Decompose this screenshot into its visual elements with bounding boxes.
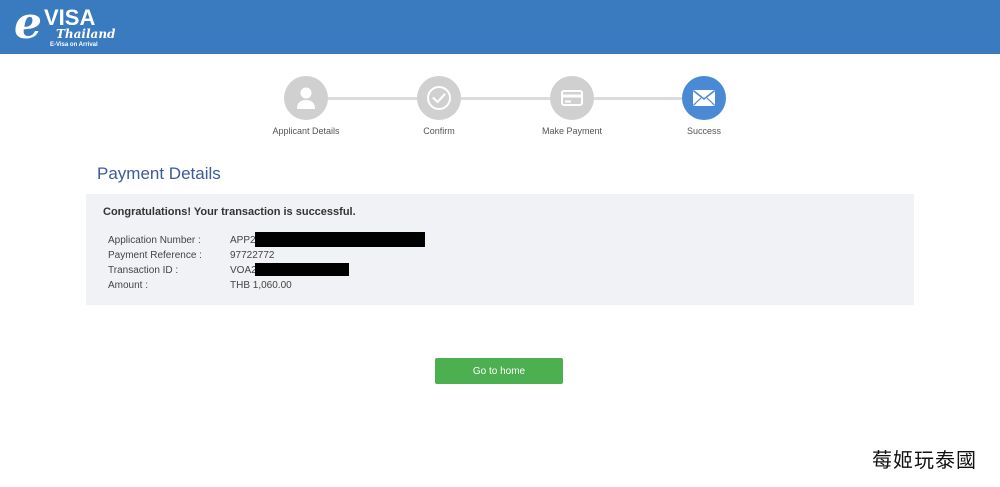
field-value: VOA2: [230, 265, 257, 276]
logo-country-text: Thailand: [56, 27, 116, 41]
field-label: Payment Reference :: [108, 250, 202, 261]
page-title: Payment Details: [97, 164, 221, 183]
field-label: Amount :: [108, 280, 149, 291]
watermark-text: 莓姬玩泰國: [872, 448, 977, 472]
field-label: Application Number :: [108, 235, 201, 246]
application-number-row: Application Number : APP2: [108, 234, 256, 248]
envelope-icon: [682, 76, 726, 120]
field-value: 97722772: [230, 250, 275, 261]
top-header: e VISA Thailand E-Visa on Arrival: [0, 0, 1000, 54]
field-label: Transaction ID :: [108, 265, 179, 276]
transaction-id-row: Transaction ID : VOA2: [108, 264, 257, 278]
logo-e-letter: e: [14, 0, 42, 49]
person-icon: [284, 76, 328, 120]
redaction-bar: [255, 263, 349, 276]
logo-tagline: E-Visa on Arrival: [50, 42, 98, 48]
credit-card-icon: [550, 76, 594, 120]
success-message: Congratulations! Your transaction is suc…: [103, 206, 356, 218]
evisa-logo[interactable]: e VISA Thailand E-Visa on Arrival: [14, 0, 116, 51]
amount-row: Amount : THB 1,060.00: [108, 279, 292, 293]
step-applicant-details: Applicant Details: [240, 76, 372, 136]
step-label: Make Payment: [541, 126, 603, 136]
step-label: Applicant Details: [272, 126, 340, 136]
logo-visa-text: VISA: [44, 5, 96, 30]
step-make-payment: Make Payment: [506, 76, 638, 136]
step-success: Success: [638, 76, 770, 136]
payment-details-panel: Congratulations! Your transaction is suc…: [86, 194, 914, 305]
redaction-bar: [255, 232, 425, 247]
step-label: Success: [686, 126, 721, 136]
field-value: THB 1,060.00: [230, 280, 292, 291]
check-circle-icon: [417, 76, 461, 120]
step-confirm: Confirm: [373, 76, 505, 136]
payment-reference-row: Payment Reference : 97722772: [108, 249, 275, 263]
step-label: Confirm: [423, 126, 455, 136]
go-to-home-button[interactable]: Go to home: [435, 358, 563, 384]
field-value: APP2: [230, 235, 256, 246]
progress-stepper: Applicant Details Confirm Make Payment S…: [240, 76, 770, 146]
